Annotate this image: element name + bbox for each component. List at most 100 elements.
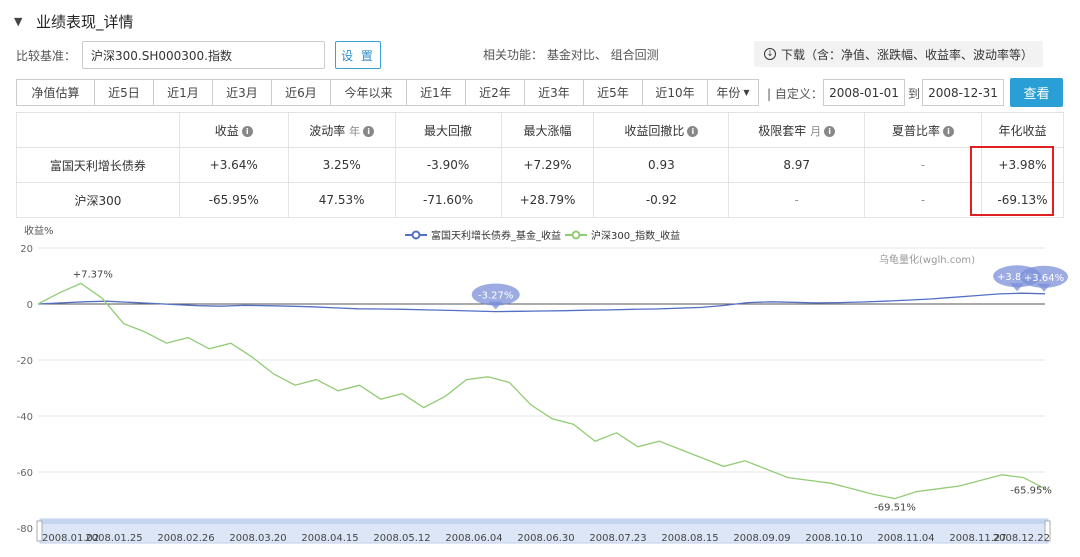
period-button[interactable]: 近2年 — [465, 79, 525, 106]
cell-volatility: 47.53% — [287, 182, 396, 218]
cell-return: -65.95% — [178, 182, 289, 218]
annotation-label: +3.64% — [1024, 273, 1064, 284]
start-date-input[interactable]: 2008-01-01 — [823, 79, 905, 106]
table-header: 极限套牢 月i — [728, 112, 866, 148]
x-tick-label: 2008.02.26 — [157, 533, 214, 544]
y-tick-label: -60 — [17, 468, 33, 479]
series-line — [37, 282, 1046, 500]
x-tick-label: 2008.11.04 — [877, 533, 934, 544]
table-row: 富国天利增长债券 +3.64% 3.25% -3.90% +7.29% 0.93… — [16, 147, 1065, 183]
end-date-input[interactable]: 2008-12-31 — [922, 79, 1004, 106]
series-line — [37, 292, 1046, 313]
row-name: 富国天利增长债券 — [16, 147, 180, 183]
table-row: 沪深300 -65.95% 47.53% -71.60% +28.79% -0.… — [16, 182, 1065, 218]
annotation-label: -3.27% — [478, 291, 513, 302]
query-button[interactable]: 查看 — [1010, 78, 1063, 107]
chevron-down-icon[interactable]: ▼ — [14, 15, 30, 28]
x-tick-label: 2008.12.22 — [993, 533, 1050, 544]
info-icon[interactable]: i — [687, 125, 699, 137]
period-button[interactable]: 今年以来 — [330, 79, 407, 106]
legend-marker — [411, 230, 421, 240]
benchmark-setting-button[interactable]: 设 置 — [335, 41, 382, 69]
info-icon[interactable]: i — [241, 125, 253, 137]
custom-range-label: | 自定义： — [767, 87, 823, 101]
annotation-label: -69.51% — [874, 503, 916, 514]
table-header: 最大涨幅 — [500, 112, 595, 148]
period-button[interactable]: 近1月 — [153, 79, 213, 106]
download-icon: ↓ — [764, 48, 776, 60]
cell-volatility: 3.25% — [287, 147, 396, 183]
annotation-pin-tip — [1010, 283, 1025, 292]
period-button[interactable]: 近5年 — [583, 79, 643, 106]
cell-return: +3.64% — [178, 147, 289, 183]
chart-container: 收益% 20 0 -20 -40 -60 -80 富国天利增长债券_基金_收益 沪深300_指数… — [0, 222, 1080, 557]
info-icon[interactable]: i — [363, 125, 375, 137]
period-button[interactable]: 近3年 — [524, 79, 584, 106]
cell-trap: - — [728, 182, 866, 218]
x-tick-label: 2008.08.15 — [661, 533, 718, 544]
x-tick-label: 2008.06.30 — [517, 533, 574, 544]
period-button[interactable]: 净值估算 — [16, 79, 95, 106]
table-header: 波动率 年i — [287, 112, 396, 148]
cell-trap: 8.97 — [728, 147, 866, 183]
cell-max-gain: +28.79% — [500, 182, 595, 218]
table-header — [16, 112, 180, 148]
cell-max-gain: +7.29% — [500, 147, 595, 183]
table-header-row: 收益 i 波动率 年i 最大回撤 最大涨幅 收益回撤比 i 极限套牢 月i 夏普比率… — [16, 112, 1065, 148]
benchmark-input[interactable]: 沪深300.SH000300.指数 — [82, 41, 326, 69]
section-header[interactable]: ▼ 业绩表现_详情 — [14, 10, 134, 32]
x-tick-label: 2008.03.20 — [229, 533, 286, 544]
y-axis-label: 收益% — [24, 224, 54, 237]
y-tick-label: 0 — [27, 300, 33, 311]
annotation-label: -65.95% — [1010, 486, 1052, 497]
benchmark-row: 比较基准： 沪深300.SH000300.指数 设 置 — [16, 41, 382, 69]
period-selector: 净值估算 近5日 近1月 近3月 近6月 今年以来 近1年 近2年 近3年 近5… — [16, 79, 759, 106]
cell-sharpe: - — [864, 147, 982, 183]
download-label: 下载（含：净值、涨跌幅、收益率、波动率等） — [781, 47, 1034, 62]
to-label: 到 — [908, 87, 921, 101]
row-name: 沪深300 — [16, 182, 180, 218]
year-dropdown-label: 年份 — [716, 86, 741, 100]
cell-sharpe: - — [864, 182, 982, 218]
highlight-box — [970, 146, 1054, 216]
page-title: 业绩表现_详情 — [36, 12, 134, 31]
x-tick-label: 2008.04.15 — [301, 533, 358, 544]
cell-return-drawdown: 0.93 — [593, 147, 730, 183]
info-icon[interactable]: i — [943, 125, 955, 137]
table-header: 收益 i — [178, 112, 289, 148]
zoom-slider-bar — [40, 519, 1048, 524]
benchmark-label: 比较基准： — [16, 48, 77, 63]
x-tick-label: 2008.06.04 — [445, 533, 502, 544]
y-tick-label: -40 — [17, 412, 33, 423]
x-tick-label: 2008.01.25 — [85, 533, 142, 544]
annotation-pin-tip — [488, 301, 503, 310]
performance-table: 收益 i 波动率 年i 最大回撤 最大涨幅 收益回撤比 i 极限套牢 月i 夏普比率… — [16, 112, 1065, 218]
period-button[interactable]: 近3月 — [212, 79, 272, 106]
x-tick-label: 2008.05.12 — [373, 533, 430, 544]
annotation-pin-tip — [1037, 283, 1051, 292]
annotation-label: +7.37% — [73, 269, 113, 280]
year-dropdown[interactable]: 年份 ▼ — [707, 79, 759, 106]
legend-marker — [571, 230, 581, 240]
cell-max-drawdown: -71.60% — [394, 182, 502, 218]
table-header: 最大回撤 — [394, 112, 502, 148]
table-header: 夏普比率 i — [864, 112, 982, 148]
legend-label: 富国天利增长债券_基金_收益 — [431, 229, 561, 242]
cell-return-drawdown: -0.92 — [593, 182, 730, 218]
info-icon[interactable]: i — [824, 125, 836, 137]
y-tick-label: -20 — [17, 356, 33, 367]
related-functions[interactable]: 相关功能： 基金对比、 组合回测 — [483, 46, 659, 63]
table-header: 年化收益 — [980, 112, 1065, 148]
y-tick-label: -80 — [17, 524, 33, 535]
period-button[interactable]: 近6月 — [271, 79, 331, 106]
period-button[interactable]: 近10年 — [642, 79, 708, 106]
y-tick-label: 20 — [20, 244, 33, 255]
x-tick-label: 2008.07.23 — [589, 533, 646, 544]
period-button[interactable]: 近1年 — [406, 79, 466, 106]
period-button[interactable]: 近5日 — [94, 79, 154, 106]
watermark-text: 乌龟量化(wglh.com) — [879, 253, 975, 266]
table-header: 收益回撤比 i — [593, 112, 730, 148]
return-chart[interactable]: 收益% 20 0 -20 -40 -60 -80 富国天利增长债券_基金_收益 沪深300_指数… — [0, 222, 1080, 557]
download-button[interactable]: ↓ 下载（含：净值、涨跌幅、收益率、波动率等） — [754, 41, 1044, 67]
x-tick-label: 2008.10.10 — [805, 533, 862, 544]
